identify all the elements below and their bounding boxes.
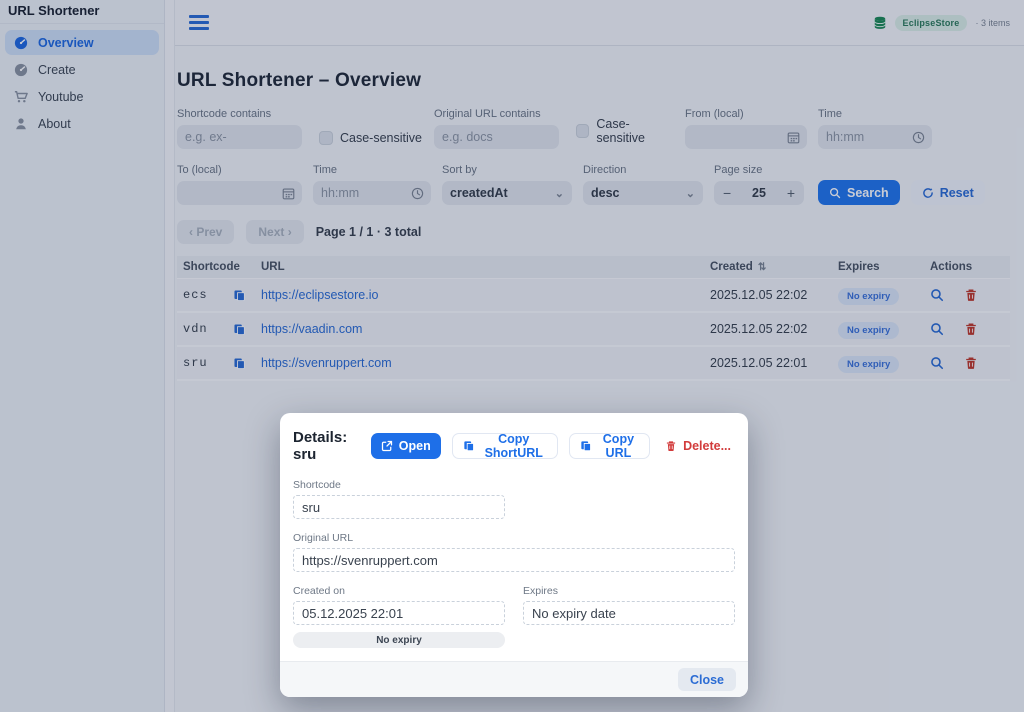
- dialog-shortcode-group: Shortcode sru: [293, 479, 505, 519]
- copy-shorturl-button[interactable]: Copy ShortURL: [452, 433, 558, 459]
- field-label: Original URL: [293, 532, 735, 544]
- dialog-title: Details: sru: [293, 429, 355, 463]
- dialog-original-url-field: https://svenruppert.com: [293, 548, 735, 572]
- dialog-original-url-group: Original URL https://svenruppert.com: [293, 532, 735, 572]
- no-expiry-badge: No expiry: [293, 632, 505, 648]
- dialog-expires-field: No expiry date: [523, 601, 735, 625]
- field-label: Shortcode: [293, 479, 505, 491]
- dialog-created-group: Created on 05.12.2025 22:01 No expiry: [293, 585, 505, 648]
- field-label: Expires: [523, 585, 735, 597]
- copy-url-button[interactable]: Copy URL: [569, 433, 650, 459]
- details-dialog: Details: sru Open Copy ShortURL Copy URL…: [280, 413, 748, 697]
- copy-shorturl-label: Copy ShortURL: [481, 432, 547, 460]
- trash-icon: [665, 440, 677, 452]
- dialog-footer: Close: [280, 661, 748, 697]
- delete-button-label: Delete...: [683, 439, 731, 453]
- close-button[interactable]: Close: [678, 668, 736, 691]
- dialog-shortcode-field: sru: [293, 495, 505, 519]
- dialog-created-field: 05.12.2025 22:01: [293, 601, 505, 625]
- delete-button[interactable]: Delete...: [661, 433, 735, 459]
- copy-icon: [580, 440, 592, 452]
- dialog-dates-grid: Created on 05.12.2025 22:01 No expiry Ex…: [293, 585, 735, 648]
- external-link-icon: [381, 440, 393, 452]
- open-button[interactable]: Open: [371, 433, 441, 459]
- copy-icon: [463, 440, 475, 452]
- field-label: Created on: [293, 585, 505, 597]
- dialog-header: Details: sru Open Copy ShortURL Copy URL…: [293, 429, 735, 463]
- dialog-expires-group: Expires No expiry date: [523, 585, 735, 648]
- copy-url-label: Copy URL: [598, 432, 639, 460]
- open-button-label: Open: [399, 439, 431, 453]
